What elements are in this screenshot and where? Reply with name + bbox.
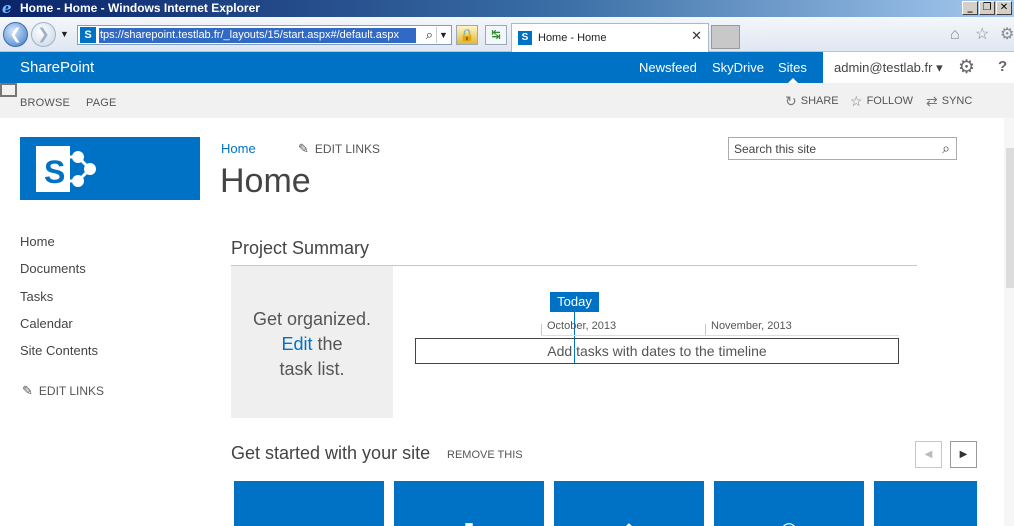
browser-tab[interactable]: S Home - Home ✕ (511, 23, 709, 52)
follow-button[interactable]: ☆ FOLLOW (850, 94, 913, 108)
follow-star-icon: ☆ (850, 93, 863, 109)
tiles-prev-button[interactable]: ◀ (915, 441, 942, 468)
settings-gear-icon[interactable]: ⚙ (958, 56, 975, 79)
user-area: admin@testlab.fr ▾ ⚙ ? (823, 52, 1014, 83)
tools-gear-icon[interactable]: ⚙ (1000, 26, 1014, 44)
close-button[interactable]: ✕ (996, 1, 1012, 15)
today-marker: Today (550, 292, 599, 312)
window-title: Home - Home - Windows Internet Explorer (20, 1, 260, 15)
edit-links-top-button[interactable]: ✎ EDIT LINKS (298, 141, 380, 157)
msg-line-2-rest: the (312, 334, 343, 354)
leftnav-item-site-contents[interactable]: Site Contents (20, 343, 98, 358)
get-organized-message: Get organized. Edit the task list. (231, 307, 393, 382)
brand-label[interactable]: SharePoint (20, 59, 94, 76)
forward-button[interactable]: ❯ (31, 22, 56, 47)
favorites-star-icon[interactable]: ☆ (975, 26, 989, 44)
address-dropdown-icon[interactable]: ▼ (436, 27, 450, 43)
suite-link-skydrive[interactable]: SkyDrive (712, 60, 764, 75)
get-started-tile[interactable]: ▮ (394, 481, 544, 526)
restore-button[interactable]: ❐ (979, 1, 995, 15)
refresh-compat-icon[interactable]: ↹ (485, 25, 507, 45)
page-scrollbar[interactable] (1004, 118, 1014, 526)
new-tab-button[interactable] (711, 25, 740, 49)
change-look-icon: ◎ (714, 517, 864, 526)
back-button[interactable]: ❮ (3, 22, 28, 47)
scrollbar-thumb[interactable] (1006, 148, 1014, 288)
working-on-deadline-icon: ▮ (394, 517, 544, 526)
sync-icon: ⇄ (926, 93, 938, 109)
help-icon[interactable]: ? (998, 58, 1007, 75)
tab-favicon-icon: S (518, 31, 532, 45)
sync-button[interactable]: ⇄ SYNC (926, 94, 972, 108)
get-started-tile[interactable]: ☁ (234, 481, 384, 526)
browser-navigation-bar: ❮ ❯ ▼ S tps://sharepoint.testlab.fr/_lay… (0, 17, 1014, 52)
get-started-title: Get started with your site (231, 443, 431, 463)
pencil-icon: ✎ (22, 383, 33, 398)
address-url[interactable]: tps://sharepoint.testlab.fr/_layouts/15/… (99, 28, 416, 43)
share-icon: ↻ (785, 93, 797, 109)
get-organized-panel: Get organized. Edit the task list. (231, 266, 393, 418)
add-lists-icon: ◆ (554, 517, 704, 526)
history-dropdown-icon[interactable]: ▼ (60, 29, 69, 39)
month-label-november: November, 2013 (711, 320, 792, 332)
home-icon[interactable]: ⌂ (950, 26, 960, 44)
user-menu[interactable]: admin@testlab.fr ▾ (834, 60, 943, 76)
breadcrumb-home-link[interactable]: Home (221, 141, 256, 156)
suite-bar: SharePoint Newsfeed SkyDrive Sites admin… (0, 52, 1014, 83)
remove-this-link[interactable]: REMOVE THIS (447, 449, 523, 461)
get-started-tile[interactable]: ◎ (714, 481, 864, 526)
svg-text:S: S (44, 154, 65, 190)
page-title: Home (220, 162, 311, 200)
sharepoint-logo-icon: S (36, 146, 96, 192)
get-started-tile[interactable] (874, 481, 977, 526)
sync-label: SYNC (941, 95, 973, 107)
leftnav-item-tasks[interactable]: Tasks (20, 289, 53, 304)
edit-links-side-label: EDIT LINKS (38, 384, 105, 398)
suite-link-newsfeed[interactable]: Newsfeed (639, 60, 697, 75)
site-logo[interactable]: S (20, 137, 200, 200)
share-site-icon: ☁ (234, 517, 384, 526)
edit-links-side-button[interactable]: ✎ EDIT LINKS (22, 383, 104, 399)
project-summary-title: Project Summary (231, 238, 370, 258)
msg-line-3: task list. (279, 359, 345, 379)
site-favicon-icon: S (80, 27, 96, 43)
leftnav-item-calendar[interactable]: Calendar (20, 316, 73, 331)
tab-title: Home - Home (538, 32, 607, 44)
pencil-icon: ✎ (298, 141, 309, 156)
month-label-october: October, 2013 (547, 320, 617, 332)
timeline-add-tasks[interactable]: Add tasks with dates to the timeline (415, 338, 899, 364)
leftnav-item-home[interactable]: Home (20, 234, 55, 249)
address-bar[interactable]: S tps://sharepoint.testlab.fr/_layouts/1… (77, 25, 452, 45)
ie-logo-icon: e (2, 0, 12, 17)
site-search-box[interactable]: ⌕ (728, 137, 957, 160)
focus-content-icon[interactable] (0, 83, 17, 97)
edit-task-list-link[interactable]: Edit (281, 334, 312, 354)
get-started-tile[interactable]: ◆ (554, 481, 704, 526)
security-lock-icon[interactable]: 🔒 (456, 25, 478, 45)
window-title-bar: e Home - Home - Windows Internet Explore… (0, 0, 1014, 17)
window-controls: _ ❐ ✕ (962, 1, 1012, 15)
ribbon: BROWSE PAGE ↻ SHARE ☆ FOLLOW ⇄ SYNC (0, 83, 1014, 118)
tab-browse[interactable]: BROWSE (20, 97, 70, 109)
msg-line-1: Get organized. (252, 309, 372, 329)
share-button[interactable]: ↻ SHARE (785, 94, 839, 108)
minimize-button[interactable]: _ (962, 1, 978, 15)
share-label: SHARE (800, 95, 839, 107)
tiles-next-button[interactable]: ▶ (950, 441, 977, 468)
suite-link-sites[interactable]: Sites (778, 60, 807, 75)
address-search-icon[interactable]: ⌕ (426, 26, 433, 44)
search-input[interactable] (729, 138, 929, 159)
search-icon[interactable]: ⌕ (942, 140, 950, 157)
tab-page[interactable]: PAGE (86, 97, 117, 109)
edit-links-top-label: EDIT LINKS (314, 142, 381, 156)
leftnav-item-documents[interactable]: Documents (20, 261, 86, 276)
tab-close-icon[interactable]: ✕ (691, 29, 702, 44)
follow-label: FOLLOW (866, 95, 914, 107)
timeline-month-rule (541, 335, 899, 336)
